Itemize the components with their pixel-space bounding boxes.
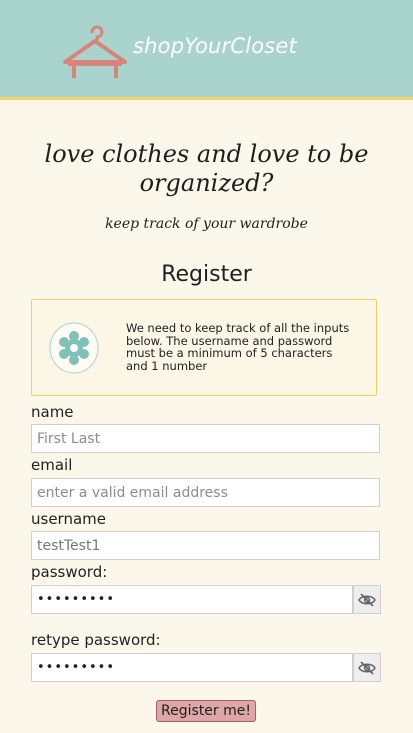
- username-label: username: [31, 510, 106, 528]
- username-input[interactable]: [31, 531, 380, 560]
- retype-password-input[interactable]: [31, 653, 353, 682]
- brand-name[interactable]: shopYourCloset: [133, 34, 297, 58]
- retype-password-label: retype password:: [31, 631, 161, 649]
- eye-slash-icon: [358, 660, 376, 675]
- hero-subtitle: keep track of your wardrobe: [105, 216, 308, 232]
- app-header: shopYourCloset: [0, 0, 413, 100]
- eye-slash-icon: [358, 592, 376, 607]
- retype-password-toggle-button[interactable]: [353, 653, 381, 682]
- email-input[interactable]: [31, 478, 380, 507]
- hero-line-2: organized?: [139, 169, 274, 197]
- info-text: We need to keep track of all the inputs …: [126, 321, 350, 373]
- gear-flower-icon: [49, 322, 99, 374]
- register-button[interactable]: Register me!: [156, 700, 256, 722]
- name-input[interactable]: [31, 424, 380, 453]
- name-label: name: [31, 403, 74, 421]
- password-label: password:: [31, 563, 108, 581]
- hanger-icon[interactable]: [62, 20, 128, 84]
- password-input[interactable]: [31, 585, 353, 614]
- hero-heading: love clothes and love to be organized?: [0, 140, 413, 198]
- password-toggle-button[interactable]: [353, 585, 381, 614]
- info-box: We need to keep track of all the inputs …: [31, 299, 377, 396]
- register-title: Register: [161, 262, 252, 287]
- hero-line-1: love clothes and love to be: [44, 140, 369, 168]
- email-label: email: [31, 456, 73, 474]
